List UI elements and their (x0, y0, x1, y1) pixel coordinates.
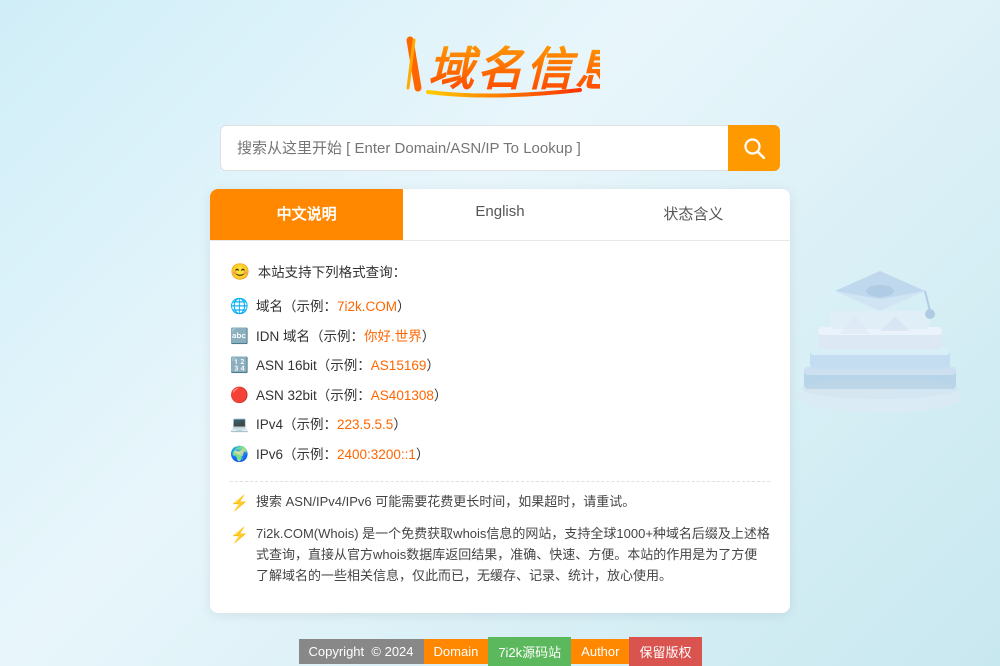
footer-copyright-label: Copyright © 2024 (299, 639, 424, 664)
list-item: 🌍 IPv6（示例：2400:3200::1） (230, 442, 770, 468)
globe-icon: 🌐 (230, 294, 252, 320)
idn-icon: 🔤 (230, 324, 252, 350)
logo-svg: 域名信息 (400, 30, 600, 100)
tab-bar: 中文说明 English 状态含义 (210, 189, 790, 241)
notices-section: ⚡ 搜索 ASN/IPv4/IPv6 可能需要花费更长时间，如果超时，请重试。 … (230, 481, 770, 586)
tab-status[interactable]: 状态含义 (597, 189, 790, 240)
lightning-icon-2: ⚡ (230, 524, 252, 548)
ipv4-example-link[interactable]: 223.5.5.5 (337, 417, 393, 432)
tab-content: 😊 本站支持下列格式查询： 🌐 域名（示例：7i2k.COM） 🔤 IDN 域名… (210, 241, 790, 613)
search-bar (220, 125, 780, 171)
list-item: 🔢 ASN 16bit（示例：AS15169） (230, 353, 770, 379)
idn-example-link[interactable]: 你好.世界 (364, 329, 422, 344)
footer-domain-label: Domain (424, 639, 489, 664)
search-button[interactable] (728, 125, 780, 171)
logo-area: 域名信息 (400, 30, 600, 105)
list-item: 🔴 ASN 32bit（示例：AS401308） (230, 383, 770, 409)
footer-author-label: Author (571, 639, 629, 664)
list-item: 🔤 IDN 域名（示例：你好.世界） (230, 324, 770, 350)
tab-chinese[interactable]: 中文说明 (210, 189, 403, 240)
search-input[interactable] (220, 125, 728, 171)
lightning-icon-1: ⚡ (230, 492, 252, 516)
search-icon (743, 137, 765, 159)
footer-domain-value[interactable]: 7i2k源码站 (488, 637, 571, 666)
asn32-icon: 🔴 (230, 383, 252, 409)
illustration (770, 219, 1000, 449)
domain-example-link[interactable]: 7i2k.COM (337, 299, 397, 314)
content-panel: 中文说明 English 状态含义 😊 本站支持下列格式查询： 🌐 域名（示例：… (210, 189, 790, 613)
ipv6-icon: 🌍 (230, 442, 252, 468)
asn16-icon: 🔢 (230, 353, 252, 379)
list-item: 🌐 域名（示例：7i2k.COM） (230, 294, 770, 320)
svg-text:域名信息: 域名信息 (428, 43, 600, 95)
notice-1: ⚡ 搜索 ASN/IPv4/IPv6 可能需要花费更长时间，如果超时，请重试。 (230, 492, 770, 516)
footer: Copyright © 2024 Domain 7i2k源码站 Author 保… (299, 637, 702, 666)
main-area: 中文说明 English 状态含义 😊 本站支持下列格式查询： 🌐 域名（示例：… (210, 189, 790, 613)
ipv6-example-link[interactable]: 2400:3200::1 (337, 447, 416, 462)
ipv4-icon: 💻 (230, 412, 252, 438)
list-item: 💻 IPv4（示例：223.5.5.5） (230, 412, 770, 438)
intro-title: 😊 本站支持下列格式查询： (230, 259, 770, 286)
asn16-example-link[interactable]: AS15169 (371, 358, 427, 373)
notice-2: ⚡ 7i2k.COM(Whois) 是一个免费获取whois信息的网站，支持全球… (230, 524, 770, 586)
asn32-example-link[interactable]: AS401308 (371, 388, 434, 403)
tab-english[interactable]: English (403, 189, 596, 240)
footer-author-value: 保留版权 (629, 637, 701, 666)
